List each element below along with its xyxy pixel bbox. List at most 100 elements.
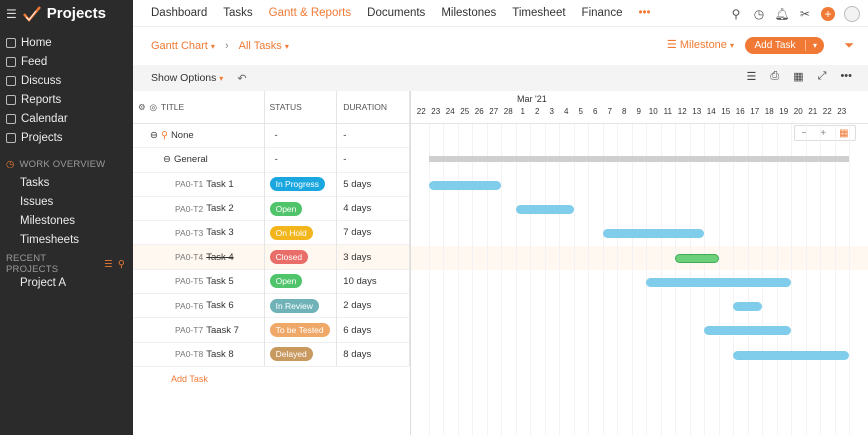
timeline-day: 10	[648, 107, 658, 116]
bell-icon[interactable]: 🔔︎	[774, 7, 789, 21]
add-task-dropdown-icon[interactable]: ▾	[806, 41, 824, 50]
app-logo[interactable]: ☰ Projects	[0, 0, 133, 27]
timeline-day: 28	[503, 107, 513, 116]
view-selector[interactable]: Gantt Chart ▾	[151, 40, 215, 52]
grid-settings-icon[interactable]: ⚙	[138, 102, 146, 113]
task-name[interactable]: Task 5	[206, 276, 233, 287]
calendar-icon[interactable]: ▦	[839, 128, 848, 139]
avatar[interactable]	[844, 5, 860, 22]
work-item-timesheets[interactable]: Timesheets	[0, 230, 133, 249]
expand-icon[interactable]: ⤢	[818, 70, 827, 83]
tab-dashboard[interactable]: Dashboard	[133, 0, 215, 27]
work-item-issues[interactable]: Issues	[0, 192, 133, 211]
list-view-icon[interactable]: ☰	[747, 70, 757, 83]
task-name[interactable]: Task 3	[206, 227, 233, 238]
status-badge[interactable]: Closed	[269, 250, 309, 265]
task-bar[interactable]	[675, 253, 719, 263]
task-name[interactable]: Task 4	[206, 252, 233, 263]
task-name[interactable]: Task 8	[206, 349, 233, 360]
status-badge[interactable]: Open	[269, 201, 303, 216]
task-bar[interactable]	[733, 302, 762, 312]
task-bar[interactable]	[428, 180, 501, 190]
task-name[interactable]: Task 6	[206, 300, 233, 311]
tab-documents[interactable]: Documents	[359, 0, 433, 27]
sidebar-item-reports[interactable]: Reports	[0, 90, 133, 109]
sidebar-item-discuss[interactable]: Discuss	[0, 71, 133, 90]
table-row[interactable]: PA0-T5 Task 5 Open 10 days	[133, 269, 410, 295]
work-item-milestones[interactable]: Milestones	[0, 211, 133, 230]
task-name[interactable]: Task 2	[206, 203, 233, 214]
search-icon[interactable]: ⚲	[118, 259, 125, 270]
table-row[interactable]: PA0-T2 Task 2 Open 4 days	[133, 196, 410, 222]
timeline-day: 17	[750, 107, 760, 116]
collapse-icon[interactable]: ⊖	[163, 154, 171, 165]
task-name[interactable]: Task 1	[206, 179, 233, 190]
undo-icon[interactable]: ↶	[237, 72, 246, 85]
home-icon	[6, 37, 16, 48]
calendar-icon[interactable]: ▦	[793, 70, 803, 83]
sidebar-item-projects[interactable]: Projects	[0, 128, 133, 147]
more-tabs-icon[interactable]: •••	[630, 0, 658, 27]
filter-icon[interactable]: ⏷	[844, 38, 854, 53]
tab-timesheet[interactable]: Timesheet	[504, 0, 573, 27]
sidebar: ☰ Projects Home Feed Discuss Reports Calenda…	[0, 0, 133, 435]
show-options-button[interactable]: Show Options ▾	[133, 72, 223, 84]
task-bar[interactable]	[602, 229, 704, 239]
status-badge[interactable]: In Review	[269, 298, 319, 313]
add-task-link[interactable]: Add Task	[133, 367, 410, 391]
menu-icon[interactable]: ☰	[6, 7, 17, 21]
tab-tasks[interactable]: Tasks	[215, 0, 260, 27]
table-row[interactable]: PA0-T6 Task 6 In Review 2 days	[133, 293, 410, 319]
export-icon[interactable]: ⎙	[770, 70, 779, 83]
tab-milestones[interactable]: Milestones	[433, 0, 504, 27]
timeline-day: 26	[474, 107, 484, 116]
timeline-day: 9	[636, 107, 641, 116]
sidebar-item-feed[interactable]: Feed	[0, 52, 133, 71]
zoom-controls: − + ▦	[794, 125, 856, 141]
recent-project-item[interactable]: Project A	[0, 273, 133, 292]
table-row[interactable]: PA0-T1 Task 1 In Progress 5 days	[133, 172, 410, 197]
milestone-selector[interactable]: ☰ Milestone ▾	[667, 38, 734, 51]
chevron-right-icon: ›	[224, 40, 229, 52]
group-status: -	[265, 123, 338, 148]
tab-finance[interactable]: Finance	[574, 0, 631, 27]
quick-add-icon[interactable]: +	[821, 6, 835, 21]
group-bar[interactable]	[428, 156, 849, 163]
sidebar-item-calendar[interactable]: Calendar	[0, 109, 133, 128]
group-row-general[interactable]: ⊖ General - -	[133, 147, 411, 173]
group-row-none[interactable]: ⊖ ⚲ None - -	[133, 123, 411, 149]
add-task-button[interactable]: Add Task ▾	[745, 37, 824, 54]
task-filter-selector[interactable]: All Tasks ▾	[239, 40, 289, 52]
tab-gantt-reports[interactable]: Gantt & Reports	[261, 0, 359, 27]
grid-header: ⚙ ◎ TITLE STATUS DURATION	[133, 90, 410, 124]
add-task-label[interactable]: Add Task	[745, 40, 806, 51]
expand-all-icon[interactable]: ◎	[150, 102, 157, 113]
filter-list-icon[interactable]: ☰	[104, 259, 113, 270]
table-row[interactable]: PA0-T7 Taask 7 To be Tested 6 days	[133, 317, 410, 343]
table-row[interactable]: PA0-T4 Task 4 Closed 3 days	[133, 244, 410, 270]
tools-icon[interactable]: ✂	[798, 7, 812, 21]
status-badge[interactable]: On Hold	[269, 225, 313, 240]
task-bar[interactable]	[646, 277, 791, 287]
duration-column-header[interactable]: DURATION	[337, 90, 410, 124]
work-item-tasks[interactable]: Tasks	[0, 173, 133, 192]
more-icon[interactable]: •••	[840, 70, 852, 83]
task-bar[interactable]	[515, 204, 574, 214]
status-badge[interactable]: To be Tested	[269, 323, 330, 338]
zoom-in-icon[interactable]: +	[820, 128, 826, 139]
collapse-icon[interactable]: ⊖	[150, 130, 158, 141]
task-bar[interactable]	[733, 350, 849, 360]
status-column-header[interactable]: STATUS	[265, 90, 338, 124]
sidebar-item-home[interactable]: Home	[0, 33, 133, 52]
group-duration: -	[337, 123, 411, 148]
title-column-header[interactable]: ⚙ ◎ TITLE	[133, 90, 265, 124]
table-row[interactable]: PA0-T3 Task 3 On Hold 7 days	[133, 220, 410, 246]
task-name[interactable]: Taask 7	[206, 325, 239, 336]
status-badge[interactable]: Delayed	[269, 347, 313, 362]
timer-icon[interactable]: ◷	[752, 7, 766, 21]
table-row[interactable]: PA0-T8 Task 8 Delayed 8 days	[133, 342, 410, 367]
search-icon[interactable]: ⚲	[729, 7, 743, 21]
status-badge[interactable]: In Progress	[269, 177, 326, 192]
status-badge[interactable]: Open	[269, 274, 303, 289]
task-bar[interactable]	[704, 326, 791, 336]
